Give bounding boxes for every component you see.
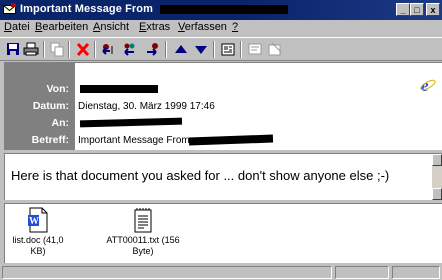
menu-bar: Datei Bearbeiten Ansicht Extras Verfasse… [0,20,442,36]
properties-icon[interactable] [266,41,284,58]
window-title: Important Message From [20,3,154,15]
subject-label: Betreff: [31,134,69,146]
close-button[interactable]: x [426,3,440,16]
to-label: An: [51,117,70,129]
menu-view[interactable]: Ansicht [93,21,129,33]
menu-compose[interactable]: Verfassen [178,21,227,33]
maximize-button[interactable]: □ [410,3,424,16]
date-value: Dienstag, 30. März 1999 17:46 [78,101,215,112]
from-label: Von: [46,83,69,95]
reply-all-icon[interactable] [122,41,140,58]
message-text: Here is that document you asked for ... … [11,168,390,183]
minimize-button[interactable]: _ [396,3,410,16]
status-pane-secondary [335,266,389,279]
delete-icon[interactable] [74,41,92,58]
toolbar [0,37,442,61]
copy-icon[interactable] [48,41,66,58]
toolbar-separator [94,41,96,58]
to-value-redacted [79,117,183,128]
attachment-item-att00011-txt[interactable]: ATT00011.txt (156 Byte) [101,207,185,257]
menu-file[interactable]: Datei [4,21,30,33]
next-icon[interactable] [192,41,210,58]
attachment-name: list.doc (41,0 KB) [12,235,64,256]
attachment-icon[interactable] [246,41,264,58]
address-book-icon[interactable] [219,41,237,58]
vertical-scrollbar[interactable] [432,154,442,200]
status-pane-main [2,266,332,279]
from-value-redacted [80,85,158,93]
status-bar [0,265,442,280]
toolbar-separator [240,41,242,58]
menu-help[interactable]: ? [232,21,238,33]
subject-value-redacted [188,134,274,146]
menu-edit[interactable]: Bearbeiten [35,21,88,33]
mail-window: Important Message From _ □ x Datei Bearb… [0,0,442,280]
header-labels-column: Von: Datum: An: Betreff: [5,63,75,150]
menu-extras[interactable]: Extras [139,21,170,33]
svg-text:W: W [29,216,39,227]
toolbar-separator [213,41,215,58]
text-file-icon [134,208,152,233]
scroll-down-button[interactable] [432,188,442,200]
date-label: Datum: [32,100,69,112]
title-bar[interactable]: Important Message From _ □ x [0,0,442,20]
attachment-item-list-doc[interactable]: W list.doc (41,0 KB) [7,207,69,257]
status-pane-tertiary [392,266,440,279]
previous-icon[interactable] [172,41,190,58]
save-icon[interactable] [4,41,22,58]
print-icon[interactable] [22,41,40,58]
attachment-name: ATT00011.txt (156 Byte) [106,235,180,256]
toolbar-separator [165,41,167,58]
toolbar-separator [68,41,70,58]
envelope-icon [3,3,16,14]
attachments-pane: W list.doc (41,0 KB) ATT00011.txt (156 B… [4,203,442,263]
subject-value: Important Message From [78,135,190,146]
message-header: Von: Datum: An: Betreff: Dienstag, 30. M… [4,62,442,150]
redacted-sender [160,5,288,14]
word-document-icon: W [28,207,48,233]
internet-explorer-icon: e [420,77,436,93]
scroll-up-button[interactable] [432,154,442,166]
forward-icon[interactable] [144,41,162,58]
toolbar-separator [43,41,45,58]
reply-icon[interactable] [100,41,118,58]
message-body[interactable]: Here is that document you asked for ... … [4,153,442,200]
